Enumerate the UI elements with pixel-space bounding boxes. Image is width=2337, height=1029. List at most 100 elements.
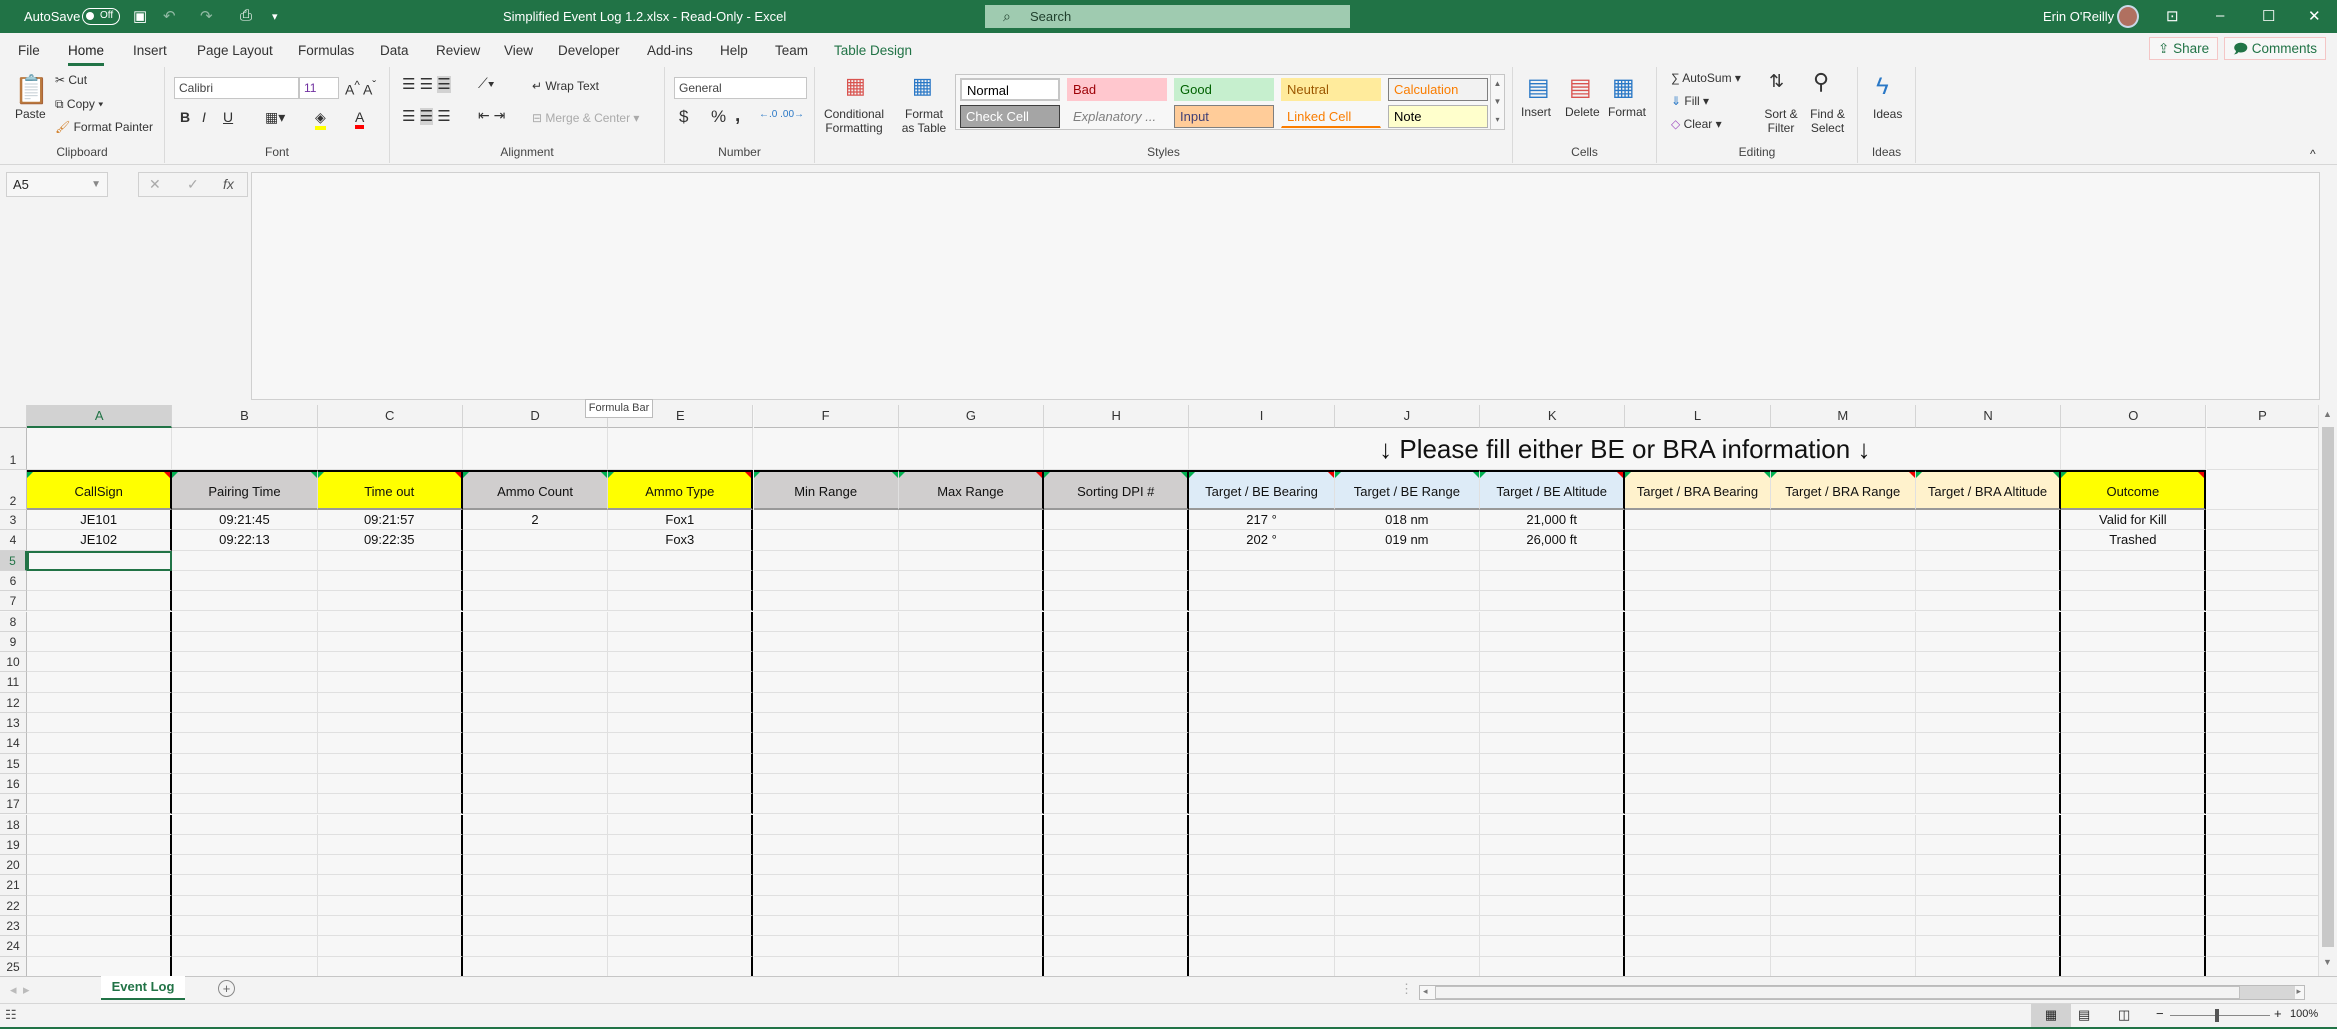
tab-data[interactable]: Data xyxy=(380,43,409,58)
cell-F23[interactable] xyxy=(753,916,899,937)
cell-F10[interactable] xyxy=(753,652,899,673)
cell-P7[interactable] xyxy=(2206,591,2318,612)
cell-O9[interactable] xyxy=(2061,631,2207,653)
row-header-16[interactable]: 16 xyxy=(0,773,27,795)
banner-merged-cell[interactable]: ↓ Please fill either BE or BRA informati… xyxy=(1189,428,2062,470)
cell-N16[interactable] xyxy=(1915,773,2062,795)
cell-M16[interactable] xyxy=(1770,773,1916,795)
vertical-scrollbar[interactable]: ▲ ▼ xyxy=(2318,405,2337,976)
cell-style-bad[interactable]: Bad xyxy=(1067,78,1167,101)
cell-K19[interactable] xyxy=(1480,834,1626,856)
cell-style-neutral[interactable]: Neutral xyxy=(1281,78,1381,101)
cell-C4[interactable]: 09:22:35 xyxy=(317,530,463,551)
cell-O20[interactable] xyxy=(2061,855,2207,876)
cell-D14[interactable] xyxy=(462,733,609,754)
search-box[interactable]: ⌕ Search xyxy=(985,5,1350,28)
row-header-12[interactable]: 12 xyxy=(0,692,27,713)
cell-N21[interactable] xyxy=(1915,875,2062,896)
cell-I13[interactable] xyxy=(1189,713,1335,734)
cell-E2[interactable]: Ammo Type xyxy=(608,470,754,510)
cell-K14[interactable] xyxy=(1480,733,1626,754)
cell-F13[interactable] xyxy=(753,713,899,734)
cell-D4[interactable] xyxy=(462,530,609,551)
cell-J20[interactable] xyxy=(1334,855,1480,876)
cell-H15[interactable] xyxy=(1044,753,1190,774)
cell-B5[interactable] xyxy=(172,550,318,571)
cell-K20[interactable] xyxy=(1480,855,1626,876)
row-header-6[interactable]: 6 xyxy=(0,570,27,592)
cell-C3[interactable]: 09:21:57 xyxy=(317,510,463,531)
cell-C25[interactable] xyxy=(317,956,463,976)
cell-C2[interactable]: Time out xyxy=(317,470,463,510)
cell-M7[interactable] xyxy=(1770,591,1916,612)
find-select-button[interactable]: Find & Select xyxy=(1805,107,1850,135)
cell-M9[interactable] xyxy=(1770,631,1916,653)
cell-D17[interactable] xyxy=(462,794,609,815)
cell-O2[interactable]: Outcome xyxy=(2061,470,2207,510)
cell-B23[interactable] xyxy=(172,916,318,937)
cell-L23[interactable] xyxy=(1625,916,1771,937)
cell-K25[interactable] xyxy=(1480,956,1626,976)
cell-D7[interactable] xyxy=(462,591,609,612)
cell-G18[interactable] xyxy=(898,814,1045,835)
cell-I14[interactable] xyxy=(1189,733,1335,754)
cell-D16[interactable] xyxy=(462,773,609,795)
cell-C6[interactable] xyxy=(317,570,463,592)
cell-H23[interactable] xyxy=(1044,916,1190,937)
cell-style-normal[interactable]: Normal xyxy=(960,78,1060,101)
cell-D13[interactable] xyxy=(462,713,609,734)
cell-I19[interactable] xyxy=(1189,834,1335,856)
cell-A10[interactable] xyxy=(27,652,173,673)
format-painter-button[interactable]: 🖌 Format Painter xyxy=(55,120,153,134)
cell-J16[interactable] xyxy=(1334,773,1480,795)
column-header-p[interactable]: P xyxy=(2206,405,2318,428)
cell-E23[interactable] xyxy=(608,916,754,937)
cell-J3[interactable]: 018 nm xyxy=(1334,510,1480,531)
cell-N18[interactable] xyxy=(1915,814,2062,835)
cell-L9[interactable] xyxy=(1625,631,1771,653)
cell-H16[interactable] xyxy=(1044,773,1190,795)
cell-N7[interactable] xyxy=(1915,591,2062,612)
next-sheet-icon[interactable]: ▸ xyxy=(23,982,30,998)
cell-F9[interactable] xyxy=(753,631,899,653)
cell-E24[interactable] xyxy=(608,936,754,957)
cell-I20[interactable] xyxy=(1189,855,1335,876)
row-header-24[interactable]: 24 xyxy=(0,936,27,957)
cell-B12[interactable] xyxy=(172,692,318,713)
cell-B21[interactable] xyxy=(172,875,318,896)
cell-H24[interactable] xyxy=(1044,936,1190,957)
close-icon[interactable]: ✕ xyxy=(2308,7,2321,25)
cell-B7[interactable] xyxy=(172,591,318,612)
scroll-right-icon[interactable]: ▸ xyxy=(2296,986,2301,997)
tab-formulas[interactable]: Formulas xyxy=(298,43,354,58)
autosum-button[interactable]: ∑ AutoSum ▾ xyxy=(1671,71,1741,85)
cell-F1[interactable] xyxy=(753,428,899,470)
cell-B8[interactable] xyxy=(172,611,318,632)
format-button[interactable]: Format xyxy=(1608,105,1646,119)
cell-I8[interactable] xyxy=(1189,611,1335,632)
cell-G15[interactable] xyxy=(898,753,1045,774)
cell-B6[interactable] xyxy=(172,570,318,592)
horizontal-scrollbar[interactable]: ◂ ▸ xyxy=(1419,985,2305,1000)
cell-O3[interactable]: Valid for Kill xyxy=(2061,510,2207,531)
cell-E9[interactable] xyxy=(608,631,754,653)
cell-P2[interactable] xyxy=(2206,470,2318,510)
row-header-21[interactable]: 21 xyxy=(0,875,27,896)
share-button[interactable]: ⇪ Share xyxy=(2149,37,2219,60)
cell-J5[interactable] xyxy=(1334,550,1480,571)
cell-P4[interactable] xyxy=(2206,530,2318,551)
cell-A13[interactable] xyxy=(27,713,173,734)
cell-H19[interactable] xyxy=(1044,834,1190,856)
cell-H18[interactable] xyxy=(1044,814,1190,835)
column-header-c[interactable]: C xyxy=(317,405,463,428)
cell-M4[interactable] xyxy=(1770,530,1916,551)
cell-E14[interactable] xyxy=(608,733,754,754)
cell-O1[interactable] xyxy=(2061,428,2207,470)
cell-A6[interactable] xyxy=(27,570,173,592)
cell-style-calculation[interactable]: Calculation xyxy=(1388,78,1488,101)
cell-P10[interactable] xyxy=(2206,652,2318,673)
cell-K16[interactable] xyxy=(1480,773,1626,795)
cell-P9[interactable] xyxy=(2206,632,2318,653)
cell-E6[interactable] xyxy=(608,570,754,592)
cell-L19[interactable] xyxy=(1625,834,1771,856)
